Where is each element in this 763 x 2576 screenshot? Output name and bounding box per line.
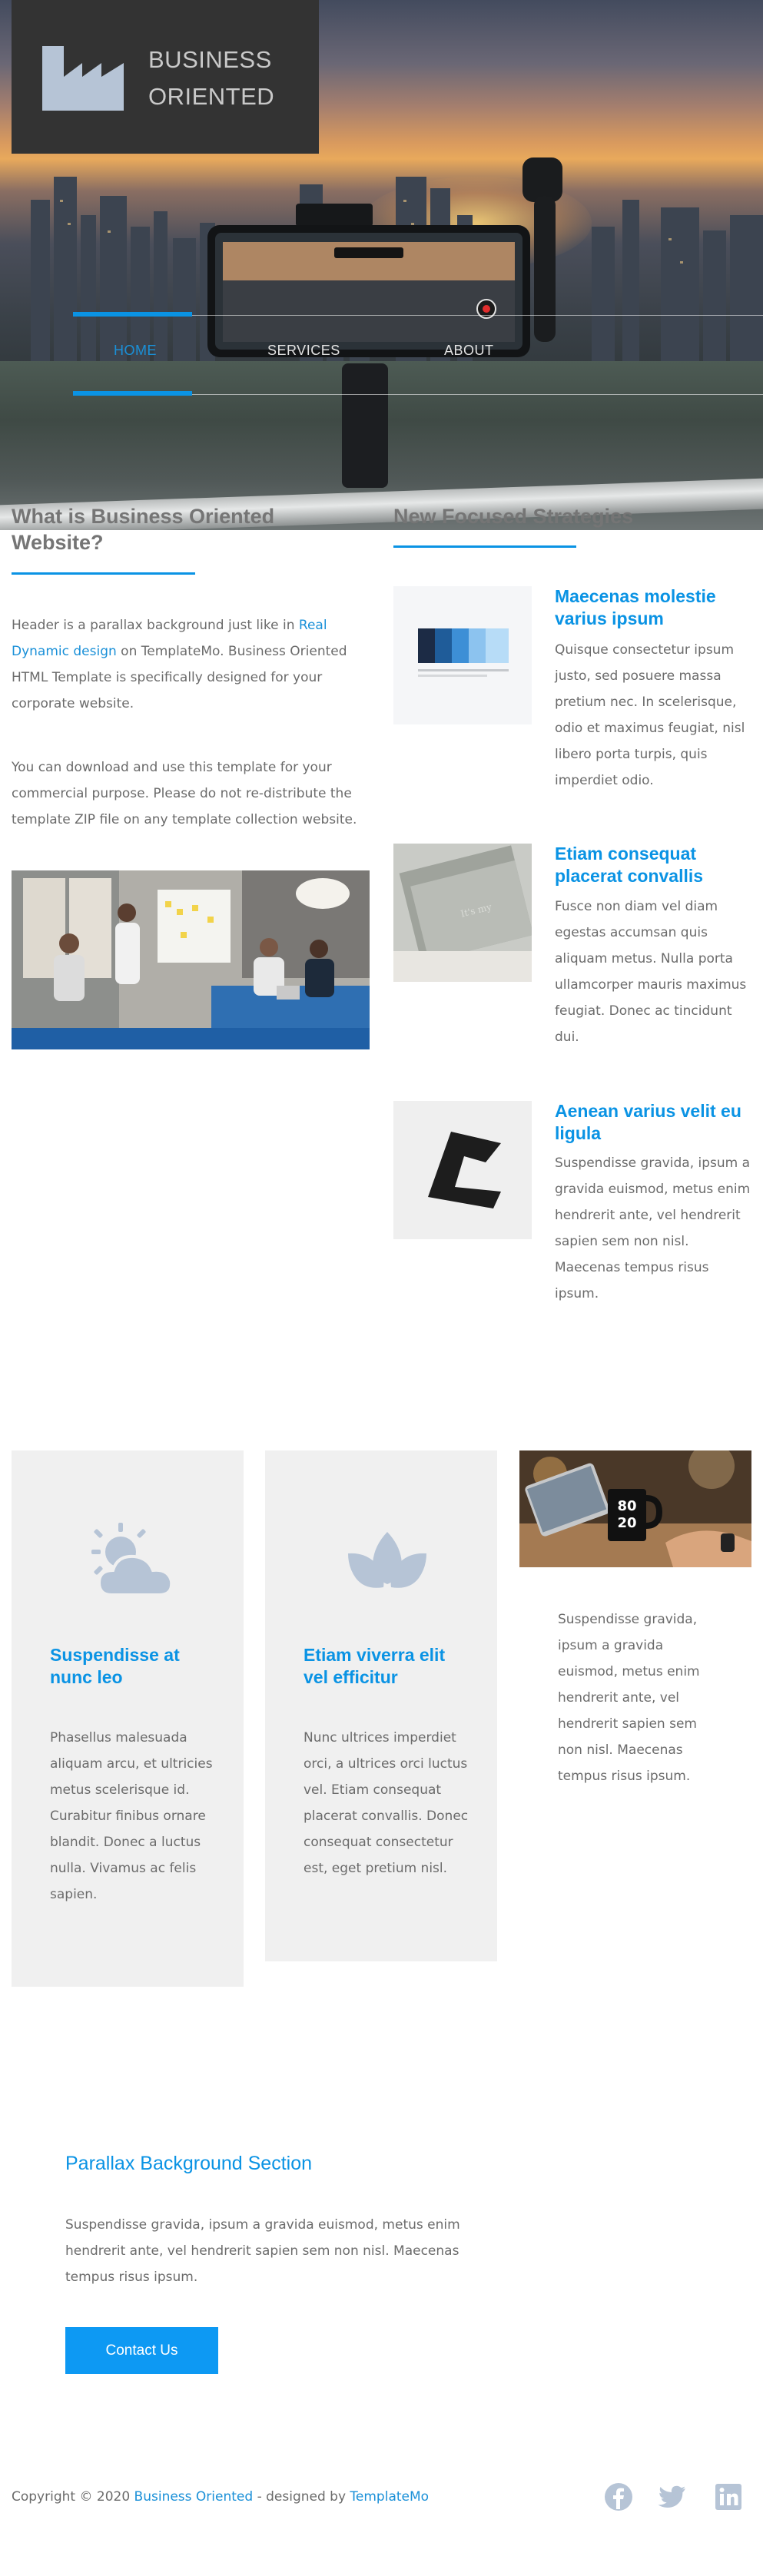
hero-header: BUSINESS ORIENTED HOME SERVICES ABOUT [0,0,763,530]
nav-active-indicator-bottom [73,391,192,396]
footer-copyright: Copyright © 2020 Business Oriented - des… [12,2489,429,2505]
feature-card-1-title: Suspendisse at nunc leo [50,1645,180,1687]
strategy-title-1: Maecenas molestie varius ipsum [555,586,716,628]
strategy-text-1: Quisque consectetur ipsum justo, sed pos… [555,642,745,788]
parallax-title: Parallax Background Section [65,2153,313,2174]
contact-us-button[interactable]: Contact Us [65,2327,218,2374]
color-palette-image [393,586,532,724]
nav-item-services[interactable]: SERVICES [267,343,340,359]
templatemo-link[interactable]: TemplateMo [350,2489,429,2505]
about-paragraph-1-start: Header is a parallax background just lik… [12,618,299,633]
about-title-rule [12,572,195,575]
strategies-title: New Focused Strategies [393,505,634,528]
nav-item-home[interactable]: HOME [114,343,157,359]
parallax-text: Suspendisse gravida, ipsum a gravida eui… [65,2217,460,2285]
twitter-icon[interactable] [657,2482,688,2512]
feature-card-1-text: Phasellus malesuada aliquam arcu, et ult… [50,1730,213,1902]
brand-name: BUSINESS ORIENTED [148,41,310,115]
feature-card-2: Etiam viverra elit vel efficitur Nunc ul… [265,1450,497,1961]
footer-brand-link[interactable]: Business Oriented [134,2489,254,2505]
feature-card-2-text: Nunc ultrices imperdiet orci, a ultrices… [304,1730,469,1876]
team-meeting-image [12,870,370,1049]
feature-side-text: Suspendisse gravida, ipsum a gravida eui… [558,1612,700,1784]
brand-name-line2: ORIENTED [148,83,275,110]
strategy-title-2: Etiam consequat placerat convallis [555,844,704,886]
geometric-frame-image [393,1101,532,1239]
business-card-image: It's my [393,844,532,982]
about-paragraph-1: Header is a parallax background just lik… [12,612,361,717]
feature-card-1: Suspendisse at nunc leo Phasellus malesu… [12,1450,244,1987]
nav-active-indicator-top [73,312,192,317]
brand-logo[interactable]: BUSINESS ORIENTED [12,0,319,154]
about-paragraph-2: You can download and use this template f… [12,760,357,827]
factory-icon [42,46,124,111]
feature-card-2-title: Etiam viverra elit vel efficitur [304,1645,446,1687]
sun-cloud-icon [91,1523,174,1596]
team-meeting-photo [12,870,370,1049]
copyright-text: Copyright © 2020 [12,2489,134,2505]
strategy-text-2: Fusce non diam vel diam egestas accumsan… [555,899,747,1045]
mug-text-20: 20 [617,1515,636,1531]
coffee-mug-photo: 80 20 [519,1450,751,1567]
coffee-mug-image: 80 20 [519,1450,751,1567]
strategy-thumbnail-3 [393,1101,532,1239]
facebook-icon[interactable] [603,2482,634,2512]
designed-by-text: - designed by [253,2489,350,2505]
about-title: What is Business Oriented Website? [12,505,275,554]
strategy-thumbnail-2: It's my [393,844,532,982]
strategy-title-3: Aenean varius velit eu ligula [555,1101,741,1143]
strategies-title-rule [393,545,576,548]
nav-item-about[interactable]: ABOUT [444,343,494,359]
lotus-icon [348,1532,426,1588]
strategy-thumbnail-1 [393,586,532,724]
linkedin-icon[interactable] [713,2482,744,2512]
brand-name-line1: BUSINESS [148,46,272,73]
mug-text-80: 80 [617,1498,636,1514]
strategy-text-3: Suspendisse gravida, ipsum a gravida eui… [555,1155,751,1301]
gimbal-phone-image [207,157,562,488]
